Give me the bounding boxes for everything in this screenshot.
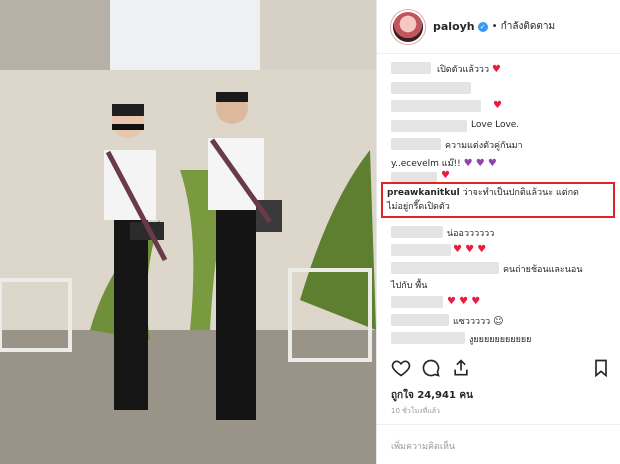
- comment-username[interactable]: preawkanitkul: [387, 188, 460, 198]
- post-header: paloyh ✓ • กำลังติดตาม: [377, 0, 620, 54]
- blurred-username: [391, 226, 443, 238]
- comment-text-line1: ว่าจะทำเป็นปกติแล้วนะ แต่กด: [462, 188, 579, 198]
- list-item: Love Love.: [471, 120, 519, 130]
- comment-text: คนถ่ายช้อนและนอน: [503, 265, 583, 275]
- comment-text: น่ออวววววว: [447, 229, 495, 239]
- purple-heart-icon: ♥ ♥ ♥: [463, 158, 497, 169]
- highlighted-comment-text: preawkanitkul ว่าจะทำเป็นปกติแล้วนะ แต่ก…: [383, 184, 613, 216]
- list-item: แซววววว ☺: [453, 314, 504, 328]
- blurred-username: [391, 138, 441, 150]
- list-item: y..ecevelm แม๊!! ♥ ♥ ♥: [391, 156, 497, 170]
- heart-icon: ♥: [491, 64, 501, 75]
- blurred-username: [391, 82, 471, 94]
- blurred-username: [391, 244, 451, 256]
- blurred-username: [391, 314, 449, 326]
- heart-icon: ♥: [441, 170, 450, 181]
- username[interactable]: paloyh: [433, 20, 475, 33]
- comment-text-line2: ไม่อยู่กรี๊ดเปิดตัว: [387, 202, 450, 212]
- list-item: คนถ่ายช้อนและนอน: [503, 262, 582, 276]
- verified-badge-icon: ✓: [477, 21, 488, 32]
- heart-icon: ♥ ♥ ♥: [447, 296, 481, 307]
- post-actions: [391, 358, 611, 382]
- couple-photo-illustration: [0, 0, 376, 464]
- blurred-username: [391, 172, 437, 182]
- comment-text: งูยยยยยยยยยยย: [469, 335, 532, 345]
- blurred-comment: [391, 100, 481, 112]
- list-item: น่ออวววววว: [447, 226, 494, 240]
- heart-icon[interactable]: [391, 358, 411, 378]
- blurred-username: [391, 332, 465, 344]
- blurred-username: [391, 296, 443, 308]
- list-item: ♥: [441, 170, 450, 181]
- list-item: ความแต่งตัวคู่กันมา: [445, 138, 523, 152]
- heart-icon: ♥ ♥ ♥: [453, 244, 487, 255]
- post-photo: [0, 0, 376, 464]
- heart-icon: ♥: [493, 100, 502, 111]
- post-timestamp: 10 ชั่วโมงที่แล้ว: [391, 407, 440, 415]
- post-side-panel: paloyh ✓ • กำลังติดตาม เปิดตัวแล้ววว ♥ ♥…: [376, 0, 620, 464]
- comment-text: y..ecevelm แม๊!!: [391, 159, 461, 169]
- comment-icon[interactable]: [421, 358, 441, 378]
- list-item: ♥ ♥ ♥: [447, 296, 480, 307]
- bookmark-icon[interactable]: [591, 358, 611, 378]
- emoji-icon: ☺: [493, 316, 504, 327]
- comment-text: ความแต่งตัวคู่กันมา: [445, 141, 523, 151]
- share-icon[interactable]: [451, 358, 471, 378]
- avatar[interactable]: [391, 9, 425, 44]
- comment-text: แซววววว: [453, 317, 491, 327]
- likes-count[interactable]: ถูกใจ 24,941 คน: [391, 388, 473, 403]
- blurred-username: [391, 262, 499, 274]
- add-comment-input[interactable]: เพิ่มความคิดเห็น: [377, 424, 620, 464]
- list-item: ♥ ♥ ♥: [453, 244, 486, 255]
- follow-status[interactable]: • กำลังติดตาม: [492, 19, 555, 34]
- blurred-username: [391, 120, 467, 132]
- highlighted-comment: preawkanitkul ว่าจะทำเป็นปกติแล้วนะ แต่ก…: [381, 182, 615, 218]
- list-item: เปิดตัวแล้ววว ♥: [437, 62, 501, 76]
- list-item: งูยยยยยยยยยยย: [469, 332, 531, 346]
- comment-list: เปิดตัวแล้ววว ♥ ♥ Love Love. ความแต่งตัว…: [377, 54, 620, 354]
- comment-text: ไปกับ พื้น: [391, 281, 428, 291]
- list-item: ไปกับ พื้น: [391, 278, 427, 292]
- comment-text: เปิดตัวแล้ววว: [437, 65, 490, 75]
- blurred-username: [391, 62, 431, 74]
- comment-text: Love Love.: [471, 120, 520, 130]
- list-item: ♥: [493, 100, 502, 111]
